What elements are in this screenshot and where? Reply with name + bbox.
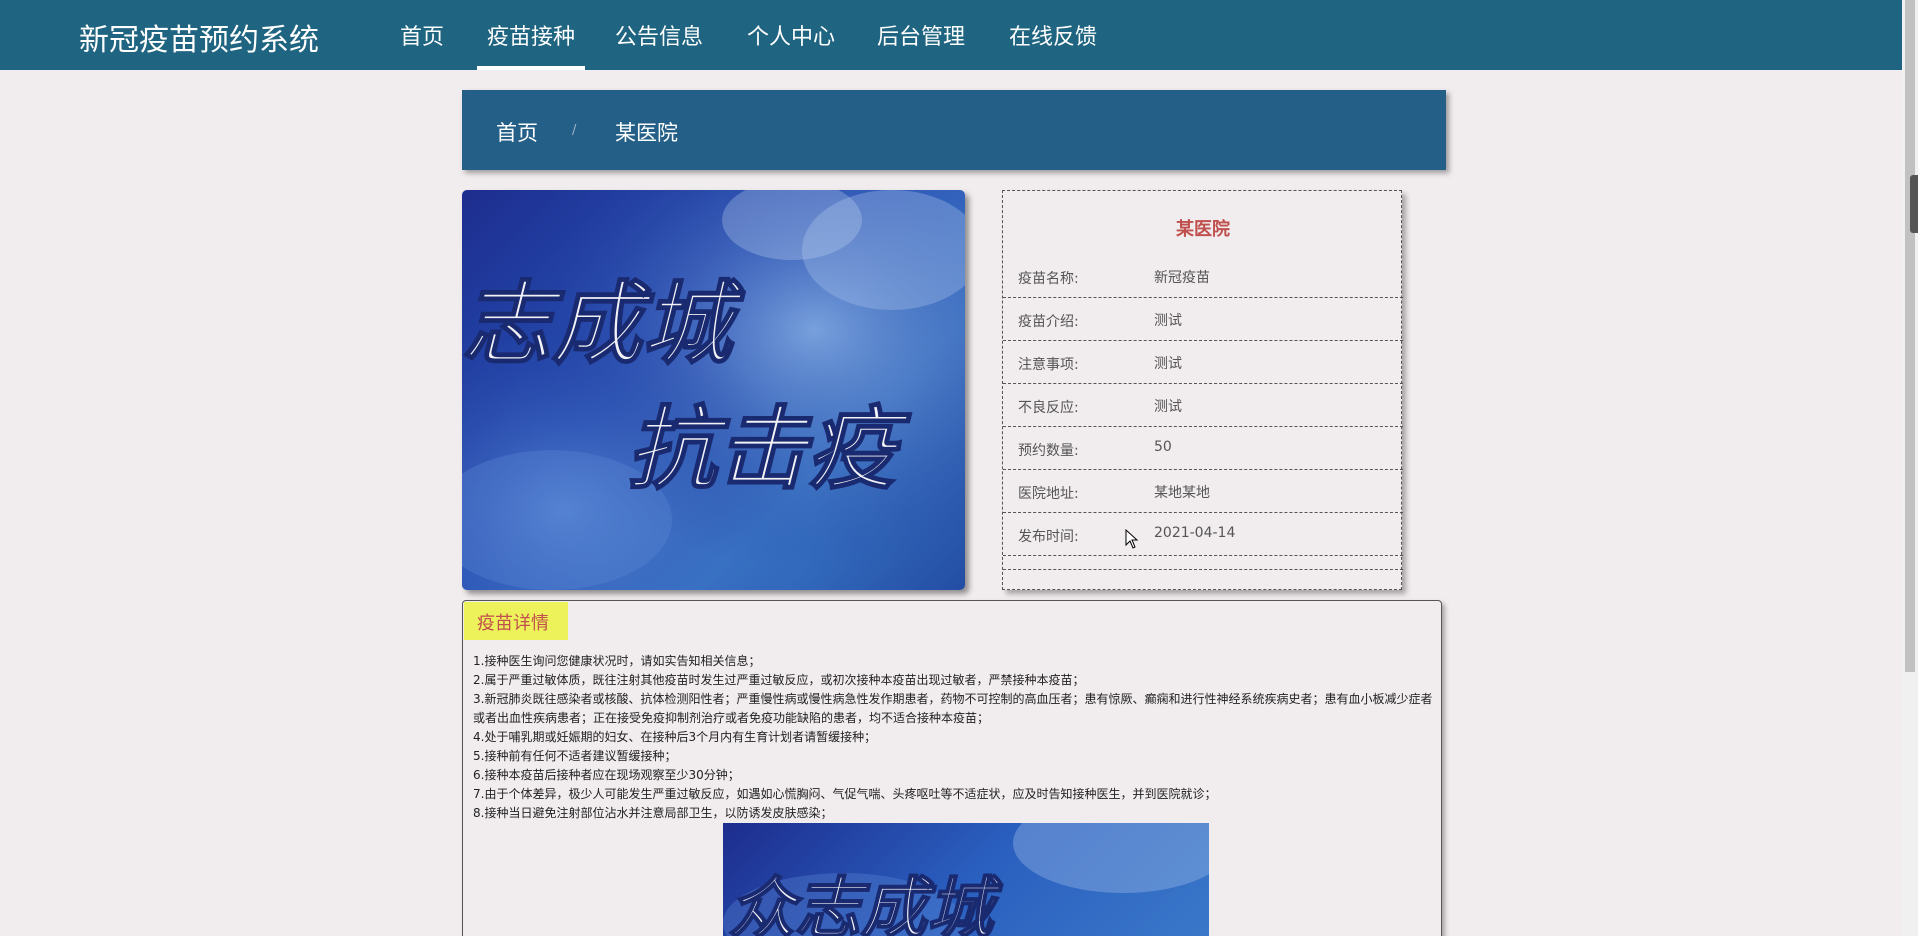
page-scrollbar[interactable] (1902, 0, 1918, 936)
info-label: 疫苗名称: (1018, 271, 1079, 287)
detail-line: 7.由于个体差异，极少人可能发生严重过敏反应，如遇如心慌胸闷、气促气喘、头疼呕吐… (473, 787, 1217, 801)
top-navbar: 新冠疫苗预约系统 首页 疫苗接种 公告信息 个人中心 后台管理 在线反馈 (0, 0, 1918, 70)
nav-admin[interactable]: 后台管理 (877, 19, 965, 51)
detail-line: 1.接种医生询问您健康状况时，请如实告知相关信息； (473, 654, 761, 668)
info-row-publish-time: 发布时间: 2021-04-14 (1003, 513, 1403, 556)
info-label: 预约数量: (1018, 443, 1079, 459)
detail-image-text: 众志成城 (729, 870, 1003, 936)
nav-announcements[interactable]: 公告信息 (615, 19, 703, 51)
vaccine-banner-image: 志成城 抗击疫 (462, 190, 965, 590)
detail-content: 1.接种医生询问您健康状况时，请如实告知相关信息； 2.属于严重过敏体质，既往注… (473, 652, 1433, 823)
breadcrumb-current: 某医院 (615, 121, 678, 145)
info-row-adverse-reactions: 不良反应: 测试 (1003, 384, 1403, 427)
info-value: 2021-04-14 (1154, 525, 1236, 541)
breadcrumb: 首页 / 某医院 (462, 90, 1446, 170)
banner-line2: 抗击疫 (627, 397, 912, 502)
detail-tag-label: 疫苗详情 (477, 613, 549, 634)
nav-vaccination[interactable]: 疫苗接种 (487, 19, 575, 51)
vaccine-detail-section: 疫苗详情 1.接种医生询问您健康状况时，请如实告知相关信息； 2.属于严重过敏体… (462, 600, 1442, 936)
detail-line: 3.新冠肺炎既往感染者或核酸、抗体检测阳性者；严重慢性病或慢性病急性发作期患者，… (473, 692, 1433, 725)
app-title[interactable]: 新冠疫苗预约系统 (79, 15, 319, 59)
info-label: 不良反应: (1018, 400, 1079, 416)
info-row-booking-count: 预约数量: 50 (1003, 427, 1403, 470)
hospital-info-panel: 某医院 疫苗名称: 新冠疫苗 疫苗介绍: 测试 注意事项: 测试 不良反应: 测… (1002, 190, 1403, 590)
info-row-precautions: 注意事项: 测试 (1003, 341, 1403, 384)
detail-line: 6.接种本疫苗后接种者应在现场观察至少30分钟； (473, 768, 740, 782)
info-label: 注意事项: (1018, 357, 1079, 373)
mouse-cursor-icon (1125, 529, 1139, 549)
info-value: 测试 (1154, 399, 1182, 415)
nav-personal-center[interactable]: 个人中心 (747, 19, 835, 51)
info-value: 某地某地 (1154, 485, 1210, 501)
info-label: 医院地址: (1018, 486, 1079, 502)
banner-line1: 志成城 (462, 272, 746, 377)
detail-line: 5.接种前有任何不适者建议暂缓接种； (473, 749, 677, 763)
info-value: 新冠疫苗 (1154, 270, 1210, 286)
scrollbar-thumb[interactable] (1905, 0, 1915, 672)
info-value: 50 (1154, 439, 1172, 455)
banner-graphic: 志成城 抗击疫 (462, 190, 965, 590)
info-label: 发布时间: (1018, 529, 1079, 545)
hospital-name: 某医院 (1176, 219, 1230, 240)
info-row-vaccine-name: 疫苗名称: 新冠疫苗 (1003, 255, 1403, 298)
info-value: 测试 (1154, 313, 1182, 329)
info-label: 疫苗介绍: (1018, 314, 1079, 330)
detail-line: 4.处于哺乳期或妊娠期的妇女、在接种后3个月内有生育计划者请暂缓接种； (473, 730, 877, 744)
side-widget-tab[interactable] (1910, 175, 1918, 233)
detail-tag: 疫苗详情 (464, 602, 568, 640)
nav-home[interactable]: 首页 (400, 19, 444, 51)
breadcrumb-separator: / (572, 123, 577, 138)
detail-line: 8.接种当日避免注射部位沾水并注意局部卫生，以防诱发皮肤感染； (473, 806, 833, 820)
detail-image-graphic: 众志成城 (723, 823, 1209, 936)
nav-feedback[interactable]: 在线反馈 (1009, 19, 1097, 51)
info-row-empty (1003, 556, 1403, 570)
breadcrumb-home[interactable]: 首页 (496, 117, 538, 147)
detail-line: 2.属于严重过敏体质，既往注射其他疫苗时发生过严重过敏反应，或初次接种本疫苗出现… (473, 673, 1085, 687)
active-nav-indicator (477, 66, 585, 70)
detail-image: 众志成城 (723, 823, 1209, 936)
info-value: 测试 (1154, 356, 1182, 372)
info-row-hospital-address: 医院地址: 某地某地 (1003, 470, 1403, 513)
info-row-vaccine-intro: 疫苗介绍: 测试 (1003, 298, 1403, 341)
